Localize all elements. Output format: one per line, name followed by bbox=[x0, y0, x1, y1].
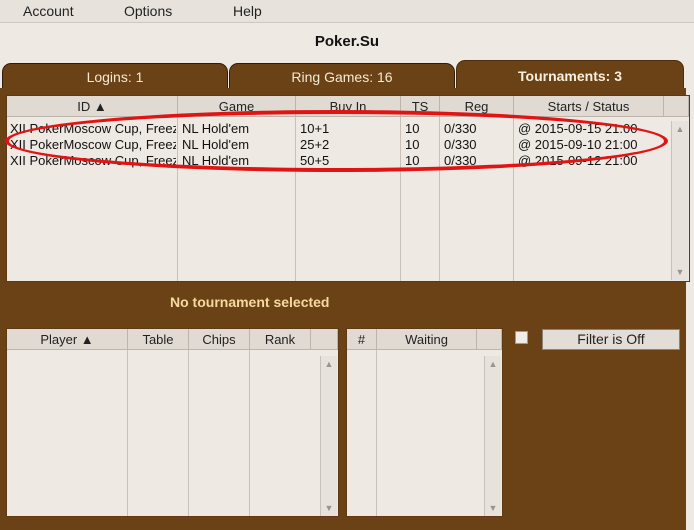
col-divider bbox=[249, 350, 250, 516]
scroll-down-icon[interactable]: ▼ bbox=[321, 500, 337, 516]
cell-starts-status: @ 2015-09-15 21:00 bbox=[518, 121, 638, 136]
col-header-ts[interactable]: TS bbox=[401, 96, 440, 117]
filter-checkbox[interactable] bbox=[515, 331, 528, 344]
players-table: Player ▲ Table Chips Rank ▲ ▼ bbox=[6, 328, 339, 517]
app-title: Poker.Su bbox=[314, 33, 380, 50]
col-header-player[interactable]: Player ▲ bbox=[7, 329, 128, 350]
col-divider bbox=[177, 117, 178, 281]
scroll-down-icon[interactable]: ▼ bbox=[672, 264, 688, 280]
cell-reg: 0/330 bbox=[444, 137, 477, 152]
menu-bar: Account Options Help bbox=[0, 0, 694, 23]
menu-account[interactable]: Account bbox=[23, 3, 74, 19]
tab-ring-games[interactable]: Ring Games: 16 bbox=[229, 63, 455, 90]
cell-game: NL Hold'em bbox=[182, 121, 250, 136]
tournament-table: ID ▲ Game Buy In TS Reg Starts / Status … bbox=[6, 95, 690, 282]
cell-id: XII PokerMoscow Cup, Freez bbox=[10, 153, 176, 168]
scroll-up-icon[interactable]: ▲ bbox=[321, 356, 337, 372]
col-divider bbox=[376, 350, 377, 516]
menu-help[interactable]: Help bbox=[233, 3, 262, 19]
tab-logins[interactable]: Logins: 1 bbox=[2, 63, 228, 90]
col-header-chips[interactable]: Chips bbox=[189, 329, 250, 350]
menu-options[interactable]: Options bbox=[124, 3, 172, 19]
tournament-scrollbar[interactable]: ▲ ▼ bbox=[671, 121, 688, 280]
col-header-reg[interactable]: Reg bbox=[440, 96, 514, 117]
col-divider bbox=[188, 350, 189, 516]
col-divider bbox=[295, 117, 296, 281]
col-header-table[interactable]: Table bbox=[128, 329, 189, 350]
scroll-up-icon[interactable]: ▲ bbox=[485, 356, 501, 372]
cell-ts: 10 bbox=[405, 121, 420, 136]
col-header-spacer bbox=[311, 329, 338, 350]
col-header-spacer bbox=[477, 329, 502, 350]
cell-starts-status: @ 2015-09-12 21:00 bbox=[518, 153, 638, 168]
cell-reg: 0/330 bbox=[444, 121, 477, 136]
cell-buyin: 10+1 bbox=[300, 121, 330, 136]
cell-buyin: 25+2 bbox=[300, 137, 330, 152]
col-divider bbox=[127, 350, 128, 516]
cell-game: NL Hold'em bbox=[182, 153, 250, 168]
col-divider bbox=[400, 117, 401, 281]
col-header-game[interactable]: Game bbox=[178, 96, 296, 117]
scroll-down-icon[interactable]: ▼ bbox=[485, 500, 501, 516]
cell-ts: 10 bbox=[405, 153, 420, 168]
cell-ts: 10 bbox=[405, 137, 420, 152]
col-header-starts-status[interactable]: Starts / Status bbox=[514, 96, 664, 117]
col-header-id[interactable]: ID ▲ bbox=[7, 96, 178, 117]
col-header-spacer bbox=[664, 96, 689, 117]
col-header-waiting[interactable]: Waiting bbox=[377, 329, 477, 350]
tab-tournaments[interactable]: Tournaments: 3 bbox=[456, 60, 684, 90]
col-header-buyin[interactable]: Buy In bbox=[296, 96, 401, 117]
col-header-number[interactable]: # bbox=[347, 329, 377, 350]
players-scrollbar[interactable]: ▲ ▼ bbox=[320, 356, 337, 516]
selection-status: No tournament selected bbox=[170, 294, 330, 310]
col-header-rank[interactable]: Rank bbox=[250, 329, 311, 350]
waiting-scrollbar[interactable]: ▲ ▼ bbox=[484, 356, 501, 516]
cell-reg: 0/330 bbox=[444, 153, 477, 168]
cell-game: NL Hold'em bbox=[182, 137, 250, 152]
cell-id: XII PokerMoscow Cup, Freez bbox=[10, 137, 176, 152]
filter-button[interactable]: Filter is Off bbox=[542, 329, 680, 350]
waiting-table: # Waiting ▲ ▼ bbox=[346, 328, 503, 517]
col-divider bbox=[439, 117, 440, 281]
scroll-up-icon[interactable]: ▲ bbox=[672, 121, 688, 137]
cell-id: XII PokerMoscow Cup, Freez bbox=[10, 121, 176, 136]
cell-buyin: 50+5 bbox=[300, 153, 330, 168]
cell-starts-status: @ 2015-09-10 21:00 bbox=[518, 137, 638, 152]
col-divider bbox=[513, 117, 514, 281]
